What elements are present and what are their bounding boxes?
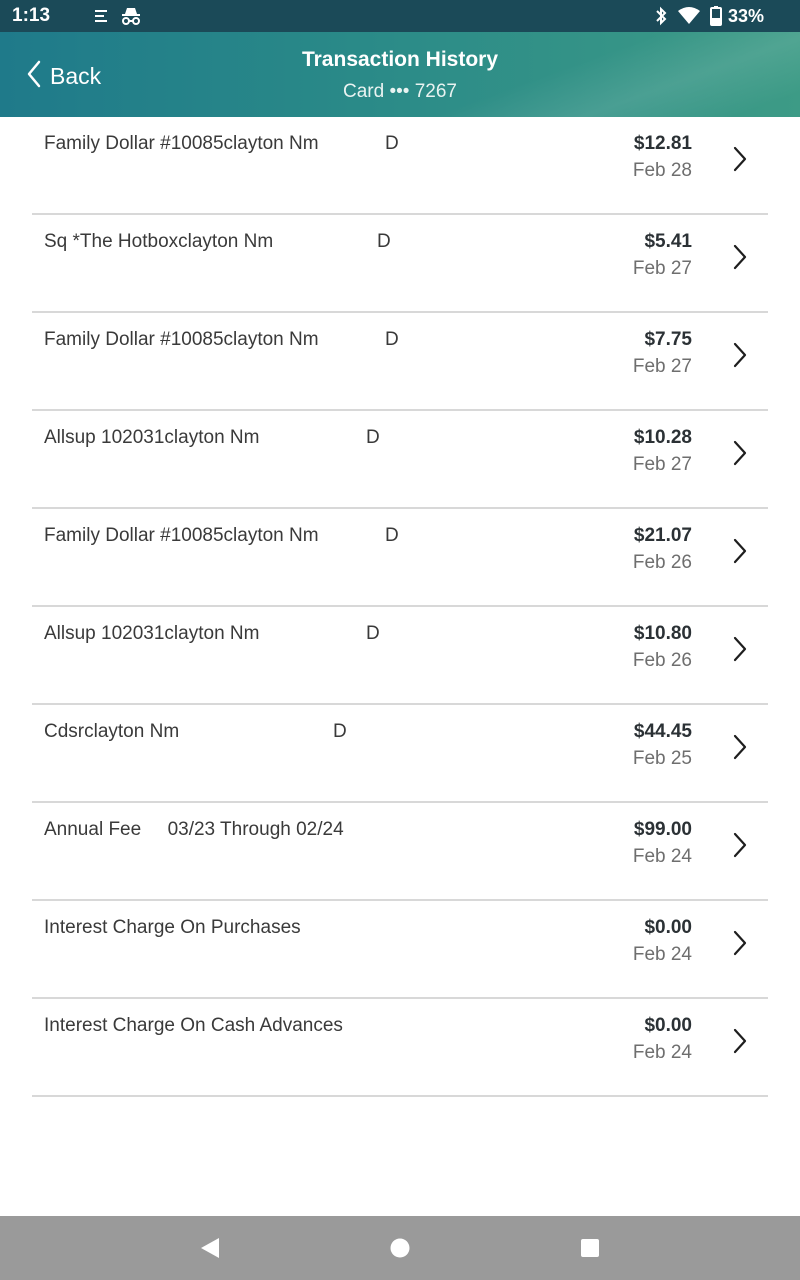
transaction-date: Feb 27 (632, 356, 692, 377)
transaction-amount: $7.75 (644, 329, 692, 350)
card-subtitle: Card ••• 7267 (343, 81, 457, 102)
status-right: 33% (654, 6, 764, 27)
transaction-row[interactable]: Annual Fee 03/23 Through 02/24 $99.00 Fe… (32, 803, 768, 901)
chevron-right-icon (730, 830, 750, 860)
transaction-amount: $21.07 (633, 525, 692, 546)
battery-icon (709, 6, 722, 26)
transaction-description: Family Dollar #10085clayton Nm (44, 329, 319, 350)
header-sheen (340, 32, 800, 117)
chevron-right-icon (730, 438, 750, 468)
app-header: Back Transaction History Card ••• 7267 (0, 32, 800, 117)
battery-percent: 33% (727, 5, 764, 26)
transaction-row[interactable]: Family Dollar #10085clayton Nm D $21.07 … (32, 509, 768, 607)
transaction-description: Interest Charge On Cash Advances (44, 1015, 343, 1036)
transaction-date: Feb 27 (632, 258, 692, 279)
recents-square-icon[interactable] (570, 1228, 610, 1268)
bluetooth-icon (654, 6, 668, 26)
status-time: 1:13 (12, 5, 51, 26)
status-bar: 1:13 33% (0, 0, 800, 32)
transaction-amount: $44.45 (633, 721, 692, 742)
chevron-right-icon (730, 340, 750, 370)
transaction-date: Feb 26 (632, 552, 692, 573)
transaction-amount: $0.00 (644, 917, 692, 938)
transaction-row[interactable]: Interest Charge On Purchases $0.00 Feb 2… (32, 901, 768, 999)
transaction-flag: D (333, 721, 347, 742)
back-triangle-icon[interactable] (190, 1228, 230, 1268)
transaction-row[interactable]: Family Dollar #10085clayton Nm D $12.81 … (32, 117, 768, 215)
system-nav-bar (0, 1216, 800, 1280)
transaction-list: Family Dollar #10085clayton Nm D $12.81 … (32, 117, 768, 1097)
page-title: Transaction History (301, 48, 499, 71)
notes-icon (94, 9, 110, 23)
chevron-right-icon (730, 536, 750, 566)
transaction-row[interactable]: Allsup 102031clayton Nm D $10.28 Feb 27 (32, 411, 768, 509)
transaction-description: Family Dollar #10085clayton Nm (44, 133, 319, 154)
transaction-description: Annual Fee 03/23 Through 02/24 (44, 819, 344, 840)
transaction-row[interactable]: Sq *The Hotboxclayton Nm D $5.41 Feb 27 (32, 215, 768, 313)
transaction-date: Feb 24 (632, 944, 692, 965)
transaction-flag: D (385, 329, 399, 350)
transaction-row[interactable]: Allsup 102031clayton Nm D $10.80 Feb 26 (32, 607, 768, 705)
transaction-description: Interest Charge On Purchases (44, 917, 301, 938)
transaction-row[interactable]: Interest Charge On Cash Advances $0.00 F… (32, 999, 768, 1097)
transaction-amount: $10.28 (633, 427, 692, 448)
transaction-description: Family Dollar #10085clayton Nm (44, 525, 319, 546)
transaction-amount: $5.41 (644, 231, 692, 252)
transaction-description: Allsup 102031clayton Nm (44, 427, 260, 448)
chevron-right-icon (730, 634, 750, 664)
chevron-right-icon (730, 144, 750, 174)
transaction-amount: $10.80 (633, 623, 692, 644)
transaction-amount: $0.00 (644, 1015, 692, 1036)
transaction-date: Feb 28 (632, 160, 692, 181)
transaction-description: Allsup 102031clayton Nm (44, 623, 260, 644)
wifi-icon (677, 7, 700, 25)
chevron-right-icon (730, 928, 750, 958)
transaction-date: Feb 26 (632, 650, 692, 671)
transaction-date: Feb 24 (632, 1042, 692, 1063)
home-circle-icon[interactable] (380, 1228, 420, 1268)
transaction-flag: D (366, 623, 380, 644)
transaction-flag: D (377, 231, 391, 252)
chevron-right-icon (730, 732, 750, 762)
transaction-flag: D (385, 133, 399, 154)
transaction-flag: D (385, 525, 399, 546)
transaction-row[interactable]: Family Dollar #10085clayton Nm D $7.75 F… (32, 313, 768, 411)
incognito-icon (120, 7, 142, 25)
transaction-amount: $99.00 (633, 819, 692, 840)
transaction-date: Feb 24 (632, 846, 692, 867)
transaction-description: Sq *The Hotboxclayton Nm (44, 231, 274, 252)
transaction-amount: $12.81 (633, 133, 692, 154)
transaction-description: Cdsrclayton Nm (44, 721, 180, 742)
transaction-date: Feb 27 (632, 454, 692, 475)
chevron-right-icon (730, 1026, 750, 1056)
transaction-row[interactable]: Cdsrclayton Nm D $44.45 Feb 25 (32, 705, 768, 803)
status-left: 1:13 (12, 5, 142, 27)
transaction-flag: D (366, 427, 380, 448)
chevron-right-icon (730, 242, 750, 272)
transaction-date: Feb 25 (632, 748, 692, 769)
